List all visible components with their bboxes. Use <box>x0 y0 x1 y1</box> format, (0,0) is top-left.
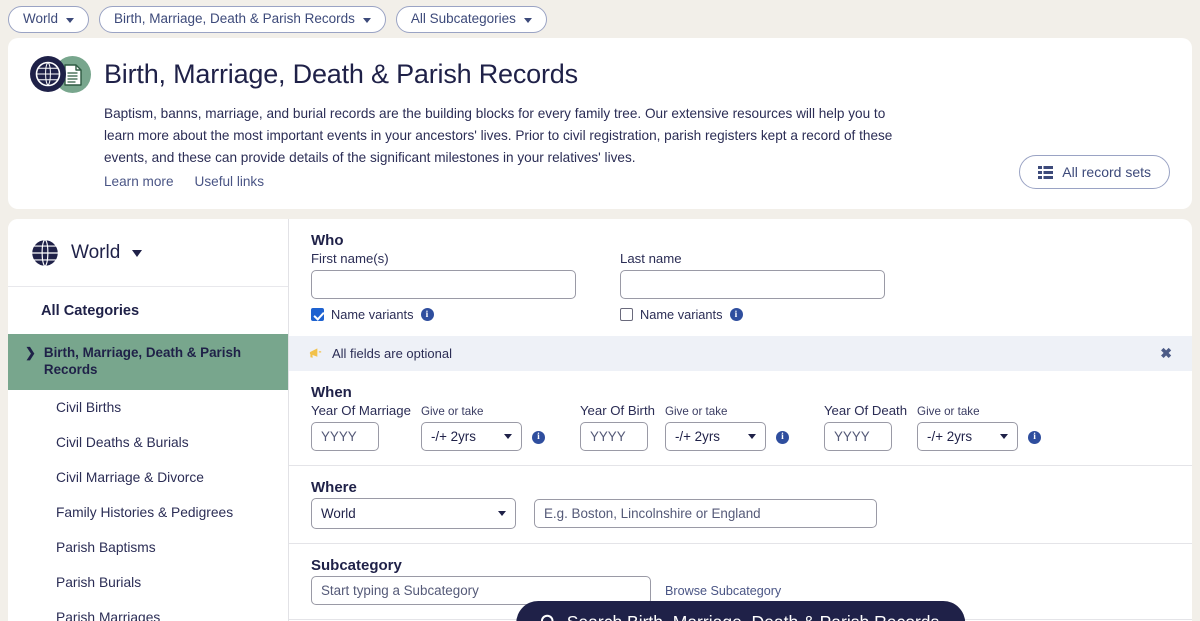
year-of-marriage-input[interactable] <box>311 422 379 452</box>
page-title: Birth, Marriage, Death & Parish Records <box>104 59 578 90</box>
year-of-marriage-group: Year Of Marriage Give or take -/+ 2yrs i <box>311 403 545 452</box>
sidebar-item-civil-deaths-burials[interactable]: Civil Deaths & Burials <box>8 425 288 460</box>
pill-world[interactable]: World <box>8 5 90 34</box>
globe-icon <box>30 238 60 268</box>
chevron-down-icon: ❯ <box>25 345 36 361</box>
hero-header: Birth, Marriage, Death & Parish Records <box>30 56 1170 94</box>
pill-subcategory[interactable]: All Subcategories <box>395 5 547 34</box>
year-of-birth-label: Year Of Birth <box>579 403 655 419</box>
subcategory-heading: Subcategory <box>311 557 402 575</box>
last-name-group: Last name Name variants i <box>620 251 885 322</box>
year-of-birth-range-value: -/+ 2yrs <box>674 429 720 445</box>
all-record-sets-label: All record sets <box>1062 164 1151 181</box>
category-sidebar: World All Categories ❯ Birth, Marriage, … <box>8 219 289 621</box>
year-of-birth-group: Year Of Birth Give or take -/+ 2yrs i <box>579 403 789 452</box>
give-or-take-label: Give or take <box>664 405 728 419</box>
sidebar-item-all-categories[interactable]: All Categories <box>8 287 288 334</box>
chevron-down-icon <box>1000 434 1009 440</box>
pill-world-label: World <box>23 10 59 26</box>
sidebar-active-category-label: Birth, Marriage, Death & Parish Records <box>43 345 242 378</box>
sidebar-region-selector[interactable]: World <box>8 219 288 288</box>
year-of-death-range-select[interactable]: -/+ 2yrs <box>917 422 1019 452</box>
year-of-death-label: Year Of Death <box>823 403 908 419</box>
hero-description: Baptism, banns, marriage, and burial rec… <box>104 106 893 166</box>
optional-fields-notice: All fields are optional ✖ <box>289 336 1192 372</box>
sidebar-item-parish-baptisms[interactable]: Parish Baptisms <box>8 530 288 565</box>
chevron-down-icon <box>523 17 532 23</box>
give-or-take-label: Give or take <box>420 405 484 419</box>
when-heading: When <box>311 384 352 402</box>
info-icon[interactable]: i <box>531 430 545 444</box>
pill-category-label: Birth, Marriage, Death & Parish Records <box>114 10 355 26</box>
where-region-select[interactable]: World <box>311 498 516 530</box>
browse-subcategory-link[interactable]: Browse Subcategory <box>665 584 781 598</box>
first-name-variants-row: Name variants i <box>311 307 576 322</box>
search-form: Who First name(s) Name variants i Last n… <box>289 219 1192 621</box>
pill-subcategory-label: All Subcategories <box>410 10 516 26</box>
sidebar-item-parish-burials[interactable]: Parish Burials <box>8 565 288 600</box>
where-section: Where World <box>289 466 1192 543</box>
where-heading: Where <box>311 479 357 497</box>
search-body: World All Categories ❯ Birth, Marriage, … <box>8 219 1192 621</box>
hero-links: Learn more Useful links <box>104 174 1170 189</box>
year-of-death-group: Year Of Death Give or take -/+ 2yrs i <box>823 403 1042 452</box>
when-section: When Year Of Marriage Give or take -/+ 2… <box>289 371 1192 465</box>
last-name-label: Last name <box>620 251 682 267</box>
year-of-death-range-value: -/+ 2yrs <box>927 429 973 445</box>
last-name-variants-checkbox[interactable] <box>620 308 633 322</box>
category-hero-card: Birth, Marriage, Death & Parish Records … <box>8 38 1192 210</box>
first-name-variants-label: Name variants <box>331 307 414 323</box>
pill-category[interactable]: Birth, Marriage, Death & Parish Records <box>99 5 386 34</box>
year-of-marriage-label: Year Of Marriage <box>311 403 411 419</box>
sidebar-item-civil-marriage-divorce[interactable]: Civil Marriage & Divorce <box>8 460 288 495</box>
hero-icon-group <box>30 56 92 94</box>
chevron-down-icon <box>132 249 143 257</box>
chevron-down-icon <box>747 434 756 440</box>
sidebar-item-civil-births[interactable]: Civil Births <box>8 390 288 425</box>
close-icon[interactable]: ✖ <box>1156 345 1176 362</box>
last-name-variants-row: Name variants i <box>620 307 885 322</box>
breadcrumb-pill-bar: World Birth, Marriage, Death & Parish Re… <box>0 0 1200 38</box>
sidebar-region-label: World <box>71 242 121 264</box>
sidebar-item-bmd-parish-records[interactable]: ❯ Birth, Marriage, Death & Parish Record… <box>8 334 288 390</box>
optional-fields-notice-text: All fields are optional <box>332 346 452 362</box>
chevron-down-icon <box>362 17 371 23</box>
search-button-label: Search Birth, Marriage, Death & Parish R… <box>567 612 940 621</box>
info-icon[interactable]: i <box>775 430 789 444</box>
all-record-sets-button[interactable]: All record sets <box>1019 155 1170 190</box>
sidebar-item-family-histories-pedigrees[interactable]: Family Histories & Pedigrees <box>8 495 288 530</box>
last-name-input[interactable] <box>620 270 885 300</box>
search-icon <box>540 614 554 621</box>
where-place-input[interactable] <box>534 499 877 529</box>
globe-icon <box>30 56 66 92</box>
info-icon[interactable]: i <box>729 308 743 322</box>
first-name-variants-checkbox[interactable] <box>311 308 324 322</box>
year-of-death-input[interactable] <box>823 422 892 452</box>
search-button[interactable]: Search Birth, Marriage, Death & Parish R… <box>515 601 966 621</box>
year-of-birth-input[interactable] <box>579 422 648 452</box>
chevron-down-icon <box>66 17 75 23</box>
chevron-down-icon <box>503 434 512 440</box>
first-name-input[interactable] <box>311 270 576 300</box>
sidebar-item-parish-marriages[interactable]: Parish Marriages <box>8 600 288 621</box>
who-section: Who First name(s) Name variants i Last n… <box>289 219 1192 336</box>
year-of-marriage-range-value: -/+ 2yrs <box>430 429 476 445</box>
where-region-value: World <box>321 506 356 522</box>
first-name-group: First name(s) Name variants i <box>311 251 576 322</box>
year-of-birth-range-select[interactable]: -/+ 2yrs <box>664 422 766 452</box>
chevron-down-icon <box>498 511 506 517</box>
learn-more-link[interactable]: Learn more <box>104 174 174 189</box>
first-name-label: First name(s) <box>311 251 389 267</box>
give-or-take-label: Give or take <box>917 405 980 419</box>
useful-links-link[interactable]: Useful links <box>195 174 265 189</box>
who-heading: Who <box>311 232 344 250</box>
list-icon <box>1038 165 1054 179</box>
last-name-variants-label: Name variants <box>640 307 723 323</box>
megaphone-icon <box>309 348 322 358</box>
info-icon[interactable]: i <box>420 308 434 322</box>
info-icon[interactable]: i <box>1028 430 1042 444</box>
year-of-marriage-range-select[interactable]: -/+ 2yrs <box>420 422 522 452</box>
